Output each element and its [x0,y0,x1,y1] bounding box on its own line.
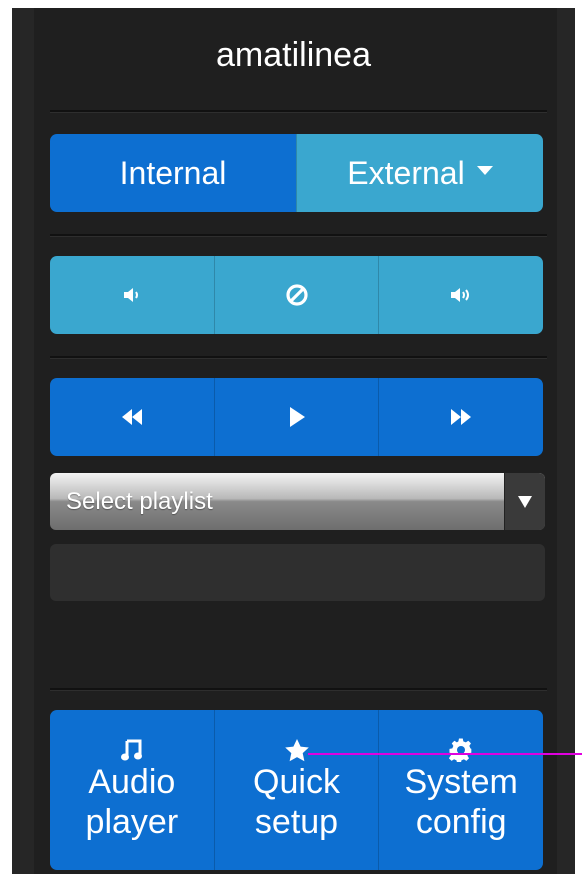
volume-controls [50,256,543,334]
music-note-icon [120,739,142,761]
internal-label: Internal [119,154,227,191]
divider [50,356,547,359]
fast-forward-button[interactable] [378,378,543,456]
external-label: External [347,154,465,191]
mute-button[interactable] [213,256,379,334]
nav-label-line1: Audio [88,763,176,801]
triangle-down-icon [518,495,532,508]
panel-right-edge [557,8,575,874]
nav-system-config[interactable]: System config [378,710,543,870]
gear-icon [449,738,472,762]
rewind-button[interactable] [50,378,214,456]
divider [50,234,547,237]
volume-down-button[interactable] [50,256,214,334]
nav-label-line2: config [415,803,507,841]
nav-label-line2: player [85,803,179,841]
external-dropdown-button[interactable]: External [296,134,543,212]
volume-down-icon [123,288,138,302]
source-toggle: Internal External [50,134,543,212]
volume-up-button[interactable] [378,256,543,334]
playlist-select-arrow[interactable] [504,473,545,530]
volume-up-icon [451,288,470,302]
nav-audio-player[interactable]: Audio player [50,710,214,870]
transport-controls [50,378,543,456]
nav-quick-setup[interactable]: Quick setup [213,710,379,870]
divider [50,110,547,113]
fast-forward-icon [451,409,472,425]
internal-button[interactable]: Internal [50,134,296,212]
nav-label-line2: setup [254,803,339,841]
panel-left-edge [12,8,34,874]
nav-label-line1: System [404,763,518,801]
annotation-line [308,753,582,755]
caret-down-icon [476,165,493,175]
bottom-nav: Audio player Quick setup System config [50,710,543,870]
mute-icon [285,284,308,306]
play-icon [289,407,305,427]
star-icon [284,739,309,762]
playlist-info-field[interactable] [50,544,545,601]
rewind-icon [121,409,142,425]
app-panel: amatilinea Internal External Select play… [12,8,575,874]
divider [50,688,547,691]
page-title: amatilinea [216,36,371,74]
nav-label-line1: Quick [253,763,340,801]
play-button[interactable] [213,378,379,456]
playlist-select[interactable]: Select playlist [50,473,545,530]
playlist-select-value: Select playlist [66,487,213,515]
